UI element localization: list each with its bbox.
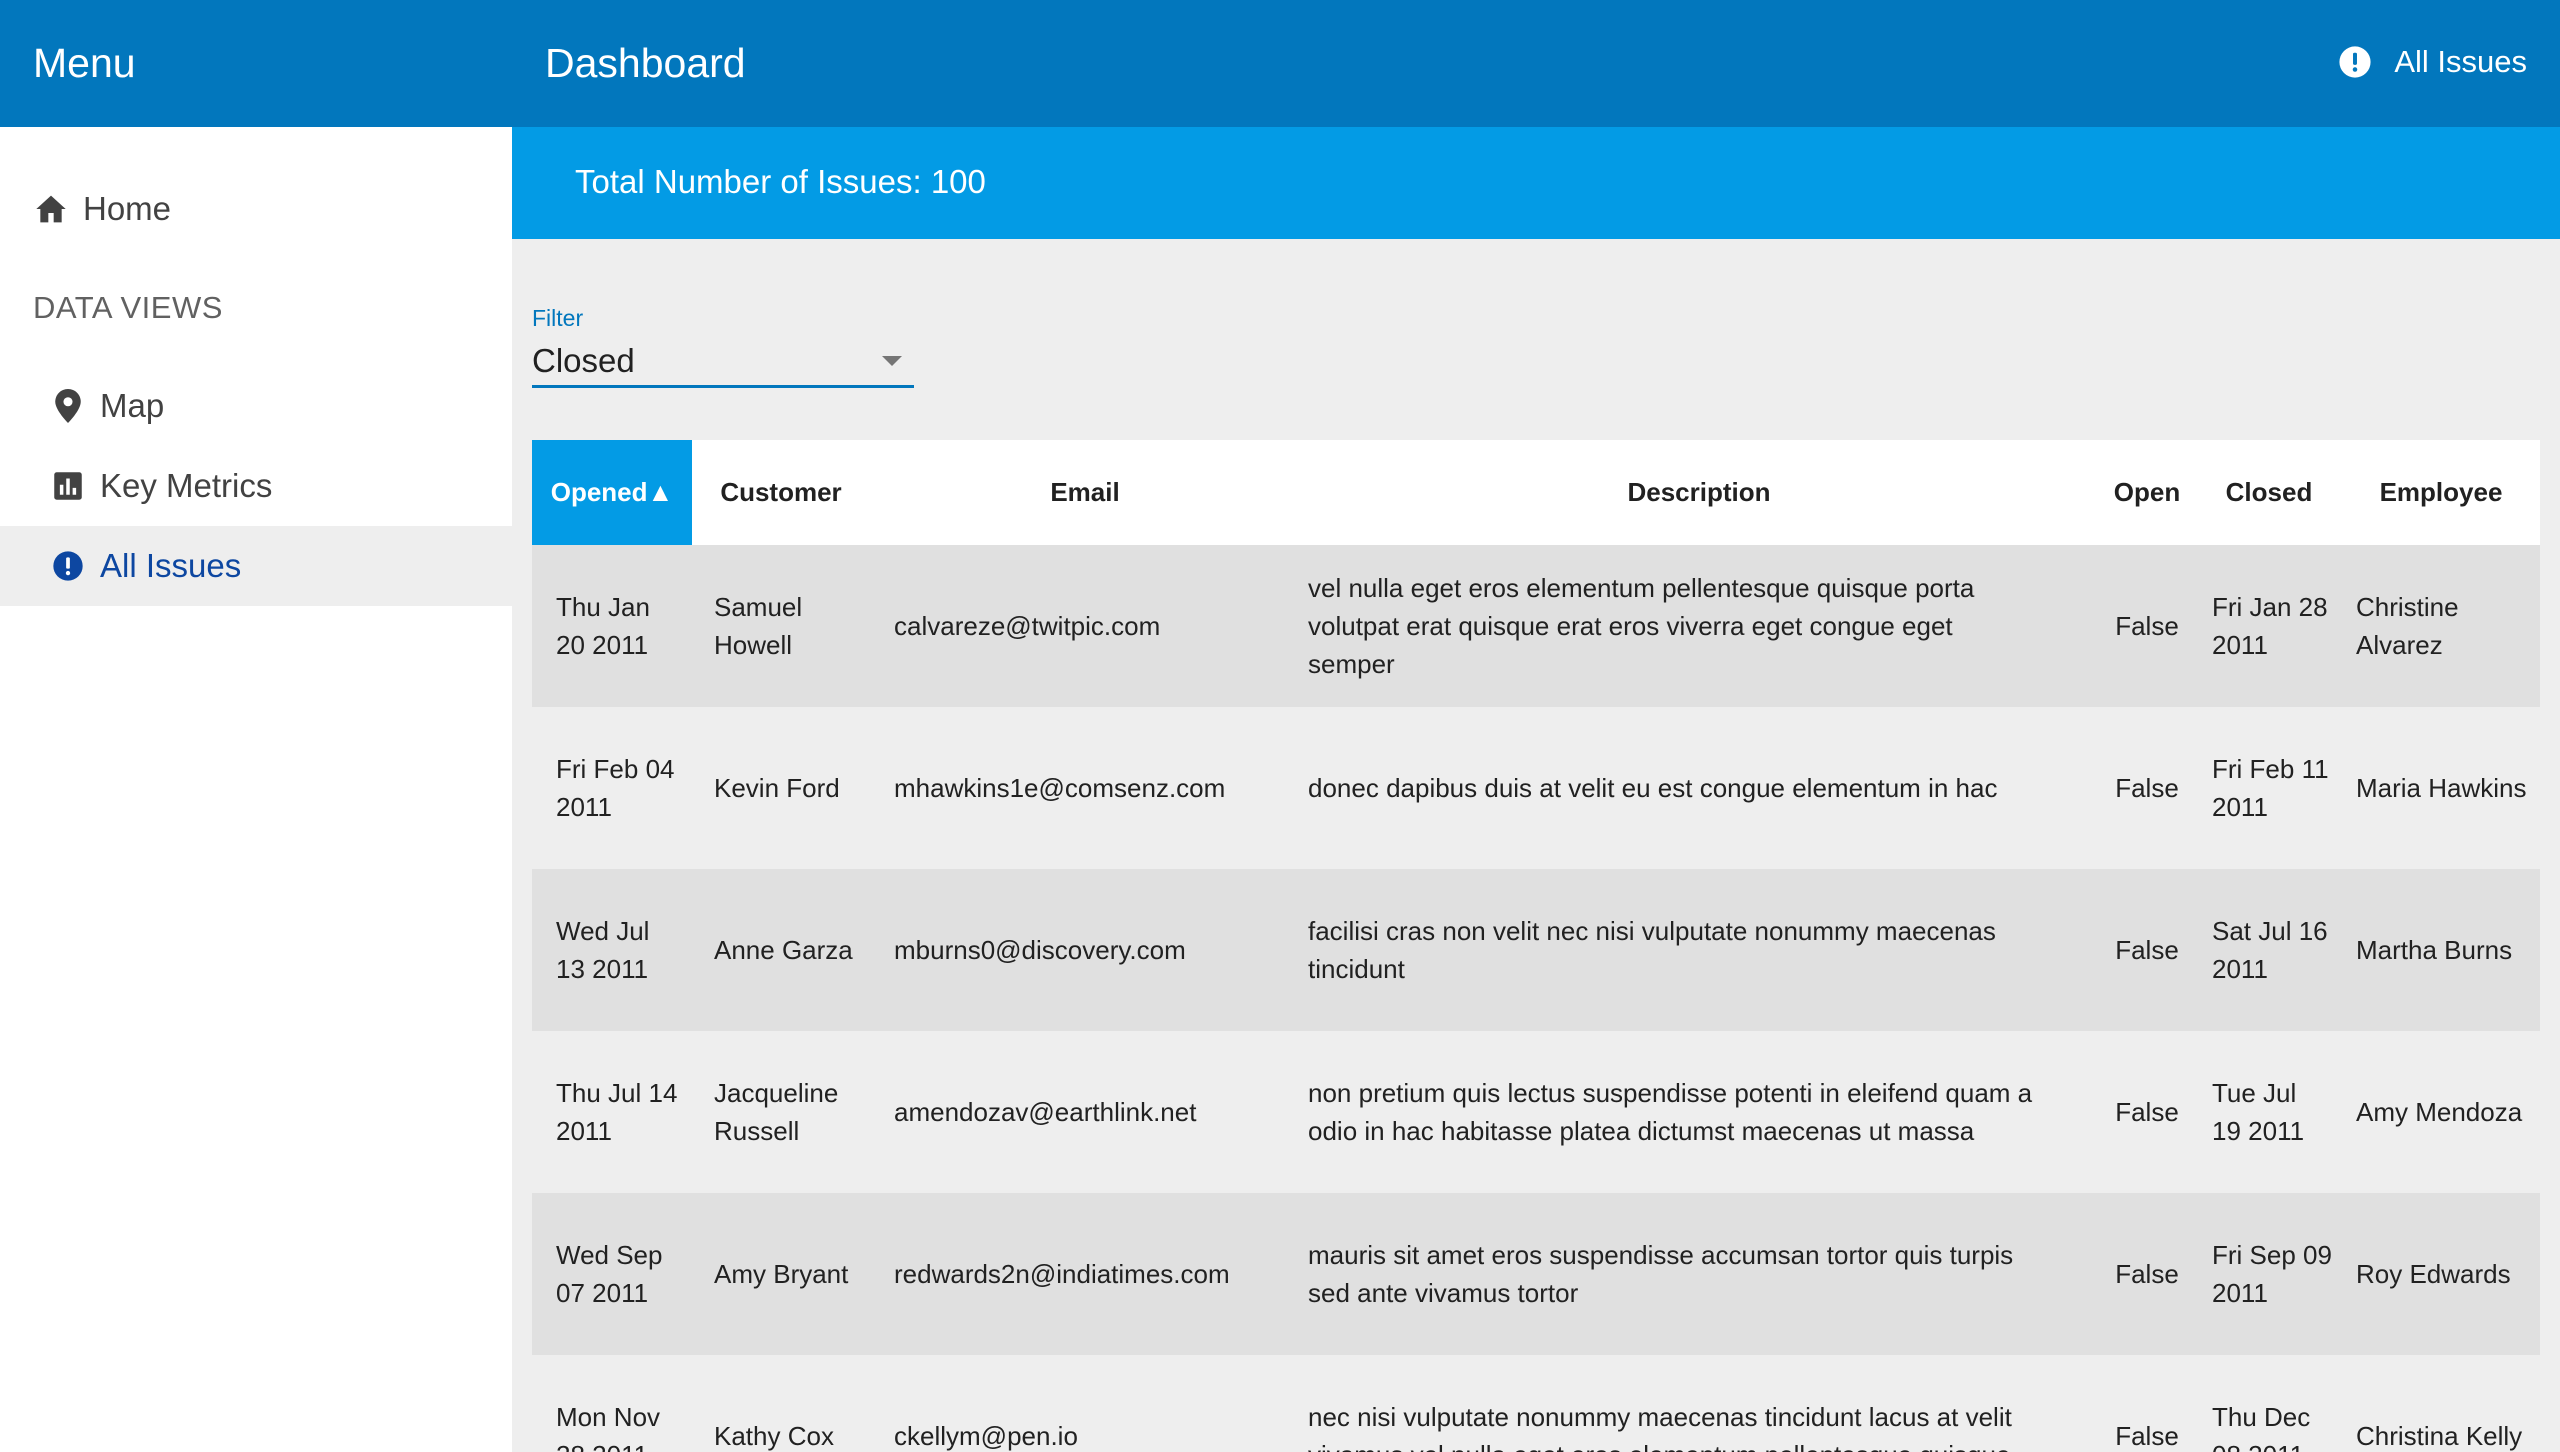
issues-table-container[interactable]: Opened▲ Customer Email Description Open …	[532, 440, 2540, 1452]
sidebar-item-home[interactable]: Home	[0, 169, 512, 249]
table-row[interactable]: Thu Jan 20 2011 Samuel Howell calvareze@…	[532, 545, 2540, 707]
column-header-employee[interactable]: Employee	[2342, 440, 2540, 545]
cell-customer: Amy Bryant	[714, 1259, 849, 1289]
cell-closed: Fri Feb 11 2011	[2212, 754, 2329, 822]
alert-circle-icon	[50, 550, 86, 582]
total-issues-text: Total Number of Issues: 100	[575, 163, 986, 200]
chevron-down-icon	[882, 355, 902, 366]
cell-employee: Martha Burns	[2356, 935, 2513, 965]
cell-closed: Sat Jul 16 2011	[2212, 916, 2328, 984]
cell-employee: Christina Kelly	[2356, 1421, 2523, 1451]
cell-description: non pretium quis lectus suspendisse pote…	[1308, 1078, 2033, 1146]
all-issues-link[interactable]: All Issues	[2338, 40, 2527, 84]
map-pin-icon	[50, 389, 86, 423]
sidebar-item-label: All Issues	[100, 547, 242, 584]
cell-description: vel nulla eget eros elementum pellentesq…	[1308, 573, 1975, 679]
column-header-closed[interactable]: Closed	[2196, 440, 2342, 545]
table-row[interactable]: Mon Nov 28 2011 Kathy Cox ckellym@pen.io…	[532, 1355, 2540, 1452]
table-row[interactable]: Thu Jul 14 2011 Jacqueline Russell amend…	[532, 1031, 2540, 1193]
table-row[interactable]: Wed Jul 13 2011 Anne Garza mburns0@disco…	[532, 869, 2540, 1031]
menu-title: Menu	[33, 40, 136, 86]
sidebar-section-label: DATA VIEWS	[33, 290, 223, 325]
cell-opened: Fri Feb 04 2011	[556, 754, 675, 822]
cell-email: calvareze@twitpic.com	[894, 611, 1161, 641]
cell-customer: Jacqueline Russell	[714, 1078, 839, 1146]
filter-value: Closed	[532, 341, 635, 379]
issues-table: Opened▲ Customer Email Description Open …	[532, 440, 2540, 1452]
cell-description: nec nisi vulputate nonummy maecenas tinc…	[1308, 1402, 2012, 1452]
table-header-row: Opened▲ Customer Email Description Open …	[532, 440, 2540, 545]
bar-chart-icon	[50, 471, 86, 501]
cell-email: mhawkins1e@comsenz.com	[894, 773, 1226, 803]
cell-open: False	[2115, 773, 2179, 803]
app-bar: Menu Dashboard All Issues	[0, 0, 2560, 127]
column-header-open[interactable]: Open	[2098, 440, 2196, 545]
cell-opened: Wed Jul 13 2011	[556, 916, 650, 984]
all-issues-link-label: All Issues	[2394, 44, 2527, 79]
cell-customer: Anne Garza	[714, 935, 853, 965]
column-header-description[interactable]: Description	[1300, 440, 2098, 545]
cell-employee: Christine Alvarez	[2356, 592, 2459, 660]
column-header-email[interactable]: Email	[870, 440, 1300, 545]
home-icon	[33, 194, 69, 224]
cell-open: False	[2115, 611, 2179, 641]
cell-opened: Thu Jan 20 2011	[556, 592, 650, 660]
issues-count-banner: Total Number of Issues: 100	[512, 127, 2560, 239]
sidebar-item-label: Key Metrics	[100, 467, 273, 504]
sidebar-item-label: Home	[83, 190, 172, 227]
cell-closed: Fri Jan 28 2011	[2212, 592, 2328, 660]
cell-opened: Thu Jul 14 2011	[556, 1078, 678, 1146]
sidebar-item-all-issues[interactable]: All Issues	[0, 526, 512, 606]
cell-customer: Kevin Ford	[714, 773, 840, 803]
cell-closed: Fri Sep 09 2011	[2212, 1240, 2332, 1308]
cell-email: amendozav@earthlink.net	[894, 1097, 1197, 1127]
sidebar-item-key-metrics[interactable]: Key Metrics	[0, 446, 512, 526]
table-row[interactable]: Wed Sep 07 2011 Amy Bryant redwards2n@in…	[532, 1193, 2540, 1355]
cell-open: False	[2115, 935, 2179, 965]
column-header-customer[interactable]: Customer	[692, 440, 870, 545]
alert-circle-icon	[2338, 45, 2372, 79]
cell-closed: Thu Dec 08 2011	[2212, 1402, 2311, 1452]
filter-control: Filter Closed	[532, 302, 914, 390]
filter-label: Filter	[532, 305, 584, 331]
cell-customer: Samuel Howell	[714, 592, 803, 660]
column-header-opened[interactable]: Opened▲	[532, 440, 692, 545]
cell-description: facilisi cras non velit nec nisi vulputa…	[1308, 916, 1996, 984]
cell-opened: Wed Sep 07 2011	[556, 1240, 663, 1308]
sidebar-item-map[interactable]: Map	[0, 366, 512, 446]
cell-description: mauris sit amet eros suspendisse accumsa…	[1308, 1240, 2014, 1308]
cell-email: redwards2n@indiatimes.com	[894, 1259, 1230, 1289]
page-title: Dashboard	[545, 40, 746, 86]
cell-employee: Roy Edwards	[2356, 1259, 2511, 1289]
cell-employee: Maria Hawkins	[2356, 773, 2527, 803]
cell-open: False	[2115, 1259, 2179, 1289]
filter-select[interactable]: Closed	[532, 336, 914, 388]
cell-email: ckellym@pen.io	[894, 1421, 1078, 1451]
cell-email: mburns0@discovery.com	[894, 935, 1186, 965]
cell-opened: Mon Nov 28 2011	[556, 1402, 661, 1452]
cell-customer: Kathy Cox	[714, 1421, 834, 1451]
sidebar: Home DATA VIEWS Map Key Metrics All Issu…	[0, 127, 512, 1452]
cell-closed: Tue Jul 19 2011	[2212, 1078, 2305, 1146]
cell-open: False	[2115, 1097, 2179, 1127]
table-row[interactable]: Fri Feb 04 2011 Kevin Ford mhawkins1e@co…	[532, 707, 2540, 869]
sidebar-item-label: Map	[100, 387, 165, 424]
cell-open: False	[2115, 1421, 2179, 1451]
cell-employee: Amy Mendoza	[2356, 1097, 2523, 1127]
cell-description: donec dapibus duis at velit eu est congu…	[1308, 773, 1998, 803]
